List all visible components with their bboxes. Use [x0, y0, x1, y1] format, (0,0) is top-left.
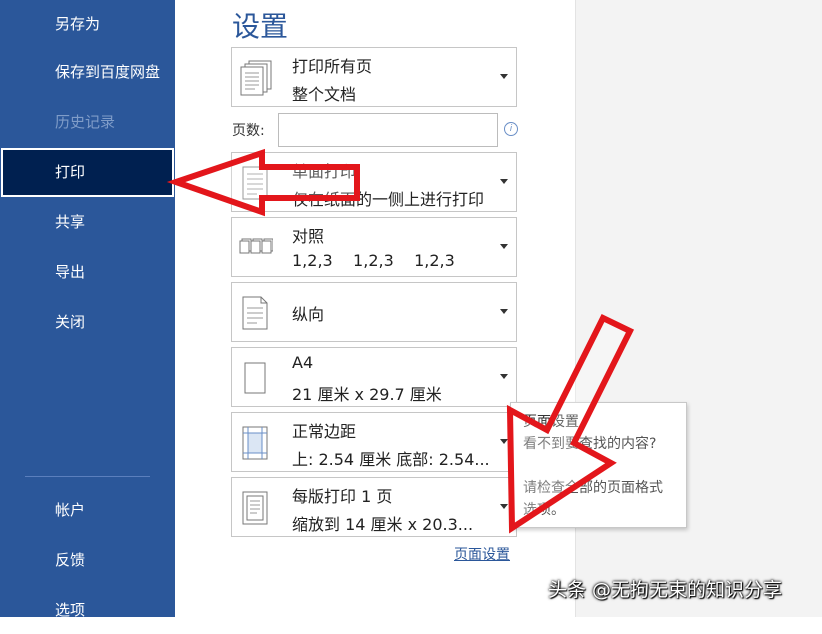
paper-icon — [244, 362, 266, 394]
backstage-sidebar: 另存为 保存到百度网盘 历史记录 打印 共享 导出 关闭 帐户 反馈 选项 — [0, 0, 175, 619]
margins-dropdown[interactable]: 正常边距 上: 2.54 厘米 底部: 2.54... — [231, 412, 517, 472]
chevron-down-icon — [500, 374, 508, 379]
nav-history: 历史记录 — [55, 113, 116, 131]
pages-per-sheet-desc: 缩放到 14 厘米 x 20.3... — [292, 515, 474, 534]
nav-divider — [25, 476, 150, 477]
tooltip-text: 看不到要查找的内容? — [523, 436, 657, 452]
paper-size-label: A4 — [292, 353, 314, 372]
paper-size-desc: 21 厘米 x 29.7 厘米 — [292, 385, 442, 404]
print-range-desc: 整个文档 — [292, 85, 357, 104]
chevron-down-icon — [500, 74, 508, 79]
margins-icon — [242, 426, 268, 460]
nav-save-to-baidu[interactable]: 保存到百度网盘 — [0, 48, 175, 96]
collate-dropdown[interactable]: 对照 1,2,3 1,2,3 1,2,3 — [231, 217, 517, 277]
collate-desc: 1,2,3 1,2,3 1,2,3 — [292, 251, 455, 270]
watermark-text: 头条 @无拘无束的知识分享 — [548, 579, 783, 601]
collate-icon — [239, 238, 273, 254]
nav-feedback[interactable]: 反馈 — [0, 536, 175, 584]
nav-account[interactable]: 帐户 — [0, 486, 175, 534]
single-page-icon — [242, 166, 268, 200]
chevron-down-icon — [500, 309, 508, 314]
chevron-down-icon — [500, 439, 508, 444]
collate-label: 对照 — [292, 227, 325, 246]
margins-label: 正常边距 — [292, 422, 357, 441]
page-setup-tooltip: 页面设置 看不到要查找的内容? 请检查全部的页面格式选项。 — [510, 402, 687, 528]
nav-share[interactable]: 共享 — [0, 198, 175, 246]
page-setup-link[interactable]: 页面设置 — [454, 544, 510, 564]
info-icon[interactable]: i — [504, 122, 518, 136]
chevron-down-icon — [500, 179, 508, 184]
portrait-page-icon — [242, 296, 268, 330]
page-scale-icon — [242, 491, 268, 525]
nav-options[interactable]: 选项 — [0, 586, 175, 634]
margins-desc: 上: 2.54 厘米 底部: 2.54... — [292, 450, 490, 469]
print-range-label: 打印所有页 — [292, 57, 373, 76]
sides-desc: 仅在纸面的一侧上进行打印 — [292, 190, 485, 209]
sides-dropdown[interactable]: 单面打印 仅在纸面的一侧上进行打印 — [231, 152, 517, 212]
paper-size-dropdown[interactable]: A4 21 厘米 x 29.7 厘米 — [231, 347, 517, 407]
print-range-dropdown[interactable]: 打印所有页 整个文档 — [231, 47, 517, 107]
orientation-dropdown[interactable]: 纵向 — [231, 282, 517, 342]
nav-export[interactable]: 导出 — [0, 248, 175, 296]
pages-per-sheet-label: 每版打印 1 页 — [292, 487, 393, 506]
pages-stack-icon — [240, 60, 272, 96]
orientation-label: 纵向 — [292, 305, 325, 324]
chevron-down-icon — [500, 244, 508, 249]
pages-input[interactable] — [278, 113, 498, 147]
chevron-down-icon — [500, 504, 508, 509]
tooltip-text-2: 请检查全部的页面格式选项。 — [523, 480, 663, 518]
nav-print[interactable]: 打印 — [1, 148, 174, 197]
nav-save-as[interactable]: 另存为 — [0, 0, 175, 48]
tooltip-title: 页面设置 — [523, 414, 579, 430]
sides-label: 单面打印 — [292, 162, 357, 181]
nav-close[interactable]: 关闭 — [0, 298, 175, 346]
pages-label: 页数: — [232, 123, 265, 139]
settings-title: 设置 — [232, 10, 289, 43]
pages-per-sheet-dropdown[interactable]: 每版打印 1 页 缩放到 14 厘米 x 20.3... — [231, 477, 517, 537]
